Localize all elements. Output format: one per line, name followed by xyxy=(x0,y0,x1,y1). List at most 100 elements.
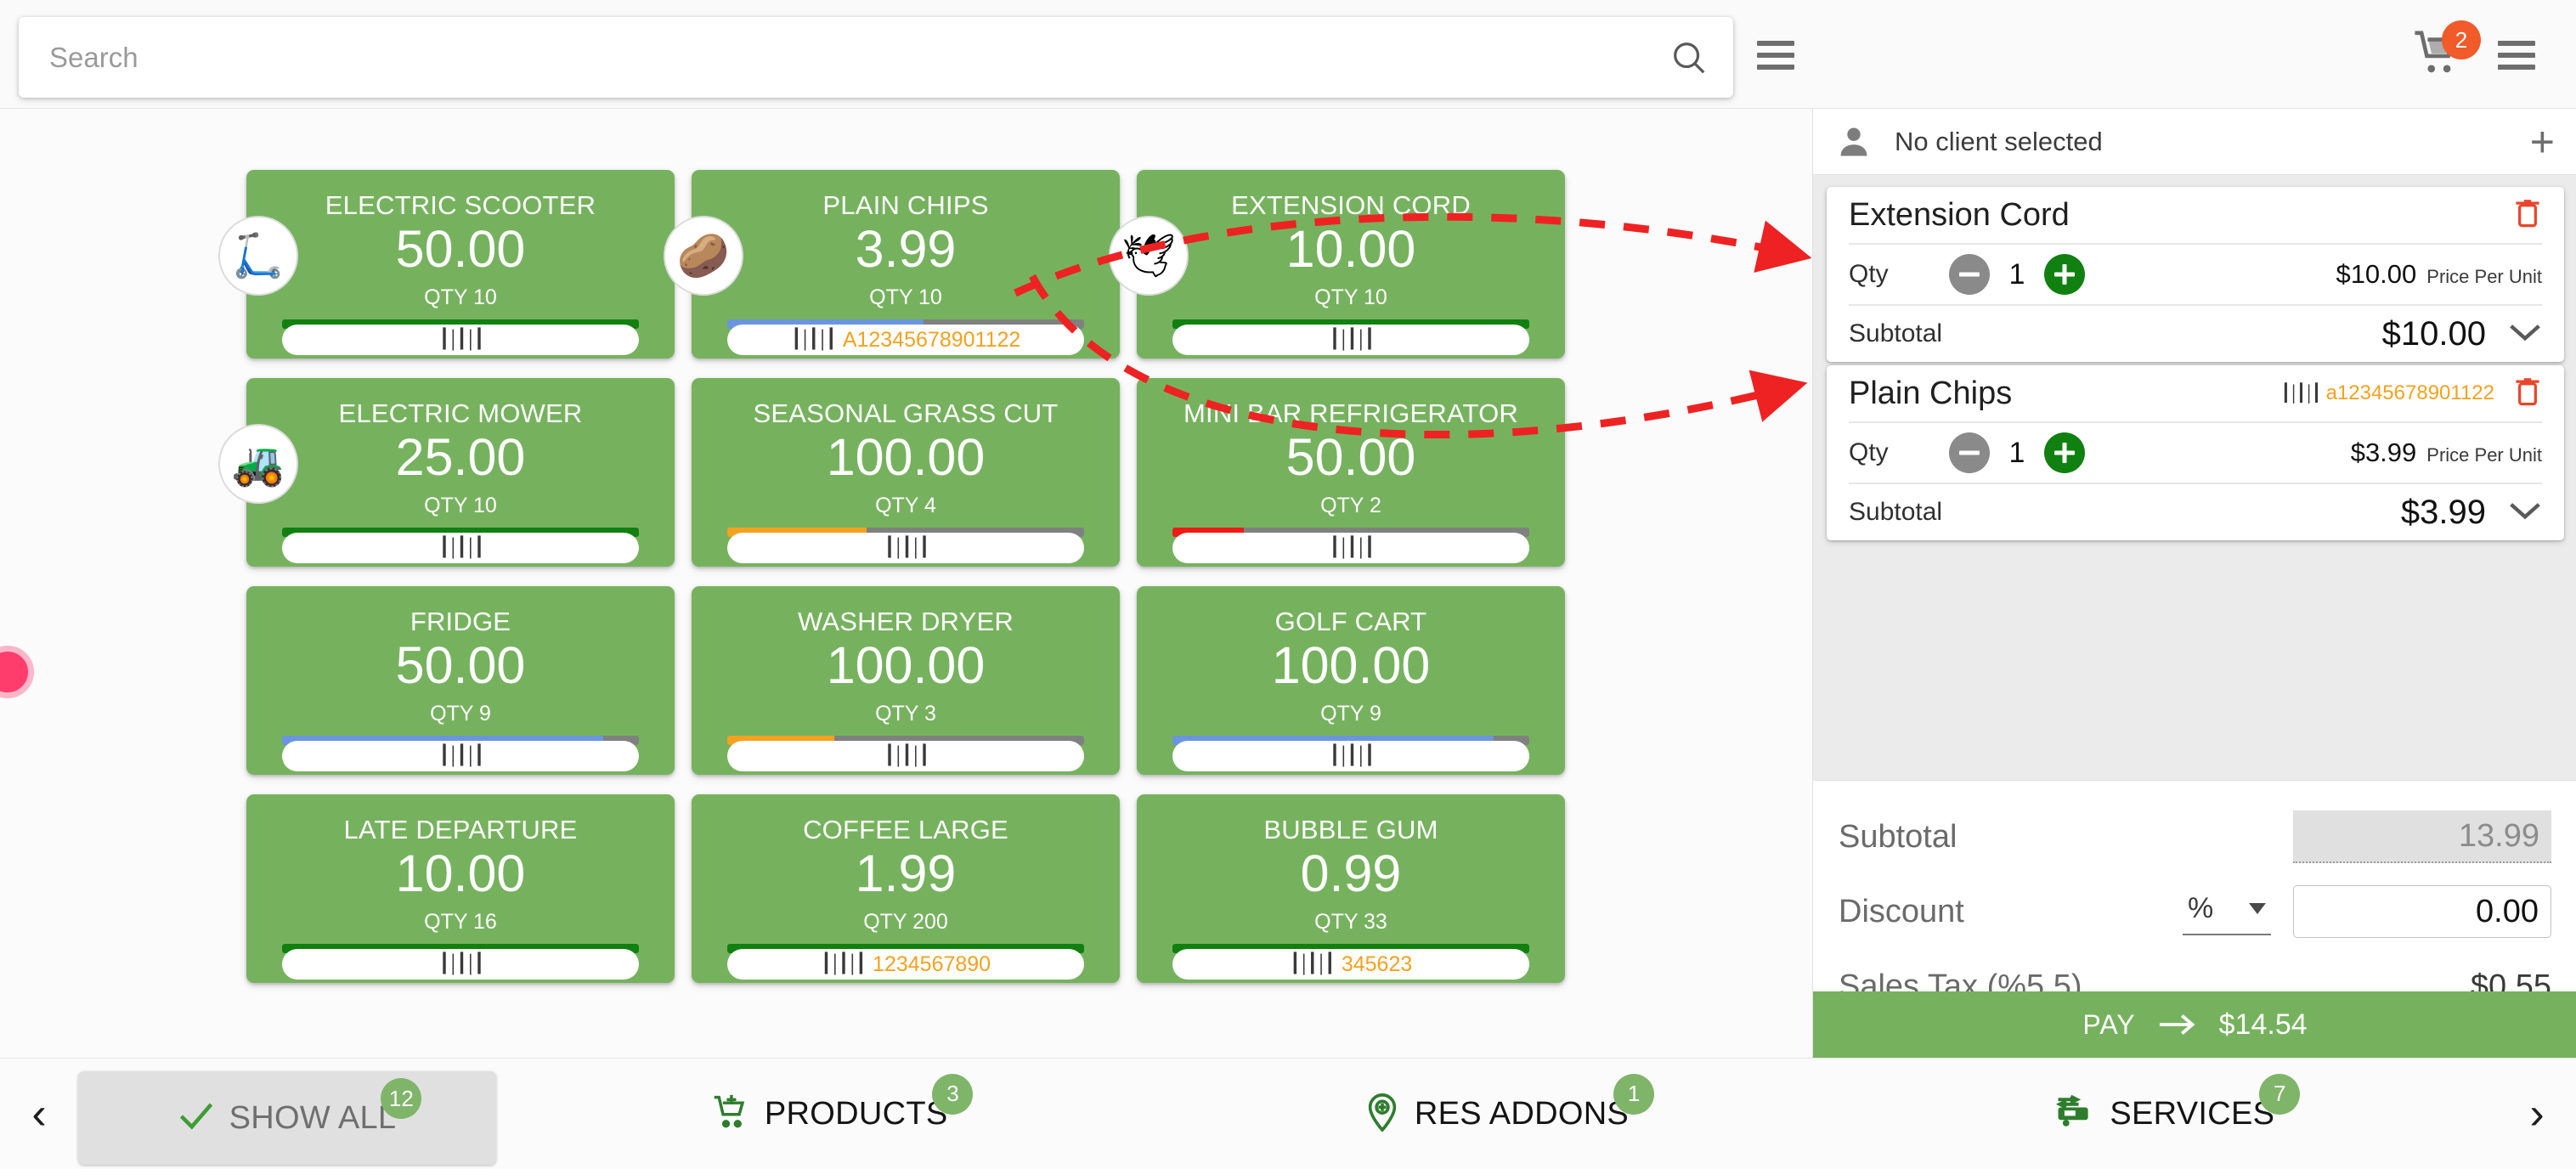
product-name: PLAIN CHIPS xyxy=(692,190,1120,221)
qty-label: Qty xyxy=(1849,438,1949,467)
product-barcode-chip[interactable]: ┃│┃│┃ xyxy=(727,533,1084,563)
product-qty: QTY 9 xyxy=(246,702,675,726)
product-barcode-chip[interactable]: ┃│┃│┃ xyxy=(282,325,639,355)
trash-icon[interactable] xyxy=(2513,376,2542,412)
product-name: ELECTRIC SCOOTER xyxy=(246,190,675,221)
plus-circle-icon[interactable] xyxy=(2044,254,2085,295)
product-name: COFFEE LARGE xyxy=(692,815,1120,845)
search-input[interactable] xyxy=(19,42,1644,74)
cart-item-barcode: a12345678901122 xyxy=(2326,381,2494,405)
price-per-unit-label: Price Per Unit xyxy=(2426,266,2542,288)
product-card[interactable]: SEASONAL GRASS CUT 100.00 QTY 4 ┃│┃│┃ xyxy=(692,378,1120,567)
product-barcode-chip[interactable]: ┃│┃│┃ xyxy=(1172,533,1529,563)
product-card[interactable]: 🕊EXTENSION CORD 10.00 QTY 10 ┃│┃│┃ xyxy=(1137,170,1565,359)
plus-circle-icon[interactable] xyxy=(2044,432,2085,473)
tab-res-addons[interactable]: RES ADDONS 1 xyxy=(1163,1059,1830,1169)
product-price: 50.00 xyxy=(246,219,675,279)
cart-item-qty-row: Qty 1 $10.00 Price Per Unit xyxy=(1827,245,2564,304)
product-barcode: 1234567890 xyxy=(873,952,991,977)
search-icon[interactable] xyxy=(1644,17,1733,98)
tab-show-all[interactable]: SHOW ALL 12 xyxy=(78,1071,496,1165)
cart-plus-icon xyxy=(712,1093,749,1135)
barcode-glyph: ┃│┃│┃ xyxy=(884,537,927,559)
price-per-unit-label: Price Per Unit xyxy=(2426,444,2542,466)
cart-item-price-wrap: $3.99 Price Per Unit xyxy=(2351,438,2542,468)
product-card[interactable]: COFFEE LARGE 1.99 QTY 200 ┃│┃│┃ 12345678… xyxy=(692,794,1120,983)
product-card[interactable]: 🛴ELECTRIC SCOOTER 50.00 QTY 10 ┃│┃│┃ xyxy=(246,170,675,359)
product-card[interactable]: BUBBLE GUM 0.99 QTY 33 ┃│┃│┃ 345623 xyxy=(1137,794,1565,983)
product-barcode-chip[interactable]: ┃│┃│┃ xyxy=(1172,741,1529,771)
pay-label: PAY xyxy=(2082,1009,2135,1041)
product-barcode-chip[interactable]: ┃│┃│┃ xyxy=(1172,325,1529,355)
minus-circle-icon[interactable] xyxy=(1949,432,1990,473)
chevron-right-icon[interactable]: › xyxy=(2498,1059,2576,1169)
product-card[interactable]: GOLF CART 100.00 QTY 9 ┃│┃│┃ xyxy=(1137,586,1565,775)
chevron-down-icon[interactable] xyxy=(2508,321,2542,347)
barcode-glyph: ┃│┃│┃ xyxy=(1290,953,1333,975)
product-barcode-chip[interactable]: ┃│┃│┃ A12345678901122 xyxy=(727,325,1084,355)
cart-item[interactable]: Extension Cord Qty 1 $10.00 Price Per Un… xyxy=(1827,187,2564,362)
product-barcode: A12345678901122 xyxy=(843,328,1020,353)
cart-item[interactable]: Plain Chips ┃│┃│┃ a12345678901122 Qty 1 … xyxy=(1827,365,2564,540)
product-price: 1.99 xyxy=(692,844,1120,903)
shopping-cart-icon[interactable]: 2 xyxy=(2411,29,2471,82)
chevron-left-icon[interactable]: ‹ xyxy=(0,1059,78,1169)
barcode-glyph: ┃│┃│┃ xyxy=(2280,382,2319,404)
product-card[interactable]: 🚜ELECTRIC MOWER 25.00 QTY 10 ┃│┃│┃ xyxy=(246,378,675,567)
hamburger-menu-icon-right[interactable] xyxy=(2498,41,2535,70)
subtotal-label: Subtotal xyxy=(1849,319,1942,348)
tab-products[interactable]: PRODUCTS 3 xyxy=(496,1059,1163,1169)
product-barcode-chip[interactable]: ┃│┃│┃ xyxy=(282,741,639,771)
product-barcode-chip[interactable]: ┃│┃│┃ xyxy=(282,533,639,563)
product-grid: 🛴ELECTRIC SCOOTER 50.00 QTY 10 ┃│┃│┃🥔PLA… xyxy=(246,170,1565,1002)
product-barcode-chip[interactable]: ┃│┃│┃ 1234567890 xyxy=(727,949,1084,980)
barcode-glyph: ┃│┃│┃ xyxy=(438,537,482,559)
product-barcode-chip[interactable]: ┃│┃│┃ 345623 xyxy=(1172,949,1529,980)
product-price: 100.00 xyxy=(692,635,1120,695)
hamburger-menu-icon[interactable] xyxy=(1757,41,1794,70)
product-card[interactable]: WASHER DRYER 100.00 QTY 3 ┃│┃│┃ xyxy=(692,586,1120,775)
product-qty: QTY 16 xyxy=(246,910,675,935)
discount-type-select[interactable]: % xyxy=(2183,888,2271,935)
product-qty: QTY 9 xyxy=(1137,702,1565,726)
cart-item-subtotal: $3.99 xyxy=(2401,494,2486,532)
product-name: MINI BAR REFRIGERATOR xyxy=(1137,398,1565,429)
qty-label: Qty xyxy=(1849,260,1949,289)
minus-circle-icon[interactable] xyxy=(1949,254,1990,295)
map-pin-plus-icon xyxy=(1365,1093,1399,1136)
search-bar[interactable] xyxy=(19,17,1733,98)
product-card[interactable]: 🥔PLAIN CHIPS 3.99 QTY 10 ┃│┃│┃ A12345678… xyxy=(692,170,1120,359)
cart-item-unit-price: $3.99 xyxy=(2351,438,2417,468)
plus-icon[interactable]: + xyxy=(2530,129,2555,155)
tab-label: SERVICES xyxy=(2110,1096,2274,1132)
discount-label: Discount xyxy=(1839,894,1964,930)
cart-item-qty: 1 xyxy=(1990,437,2044,470)
cart-item-name: Plain Chips xyxy=(1849,376,2012,412)
product-name: EXTENSION CORD xyxy=(1137,190,1565,221)
product-card[interactable]: FRIDGE 50.00 QTY 9 ┃│┃│┃ xyxy=(246,586,675,775)
cart-item-subtotal-row: Subtotal $10.00 xyxy=(1827,306,2564,362)
product-barcode-chip[interactable]: ┃│┃│┃ xyxy=(727,741,1084,771)
product-card[interactable]: LATE DEPARTURE 10.00 QTY 16 ┃│┃│┃ xyxy=(246,794,675,983)
pay-button[interactable]: PAY $14.54 xyxy=(1813,991,2576,1058)
trash-icon[interactable] xyxy=(2513,197,2542,234)
discount-input[interactable] xyxy=(2293,885,2551,938)
tab-services[interactable]: SERVICES 7 xyxy=(1831,1059,2498,1169)
product-barcode: 345623 xyxy=(1342,952,1412,977)
product-qty: QTY 200 xyxy=(692,910,1120,935)
cart-item-qty-row: Qty 1 $3.99 Price Per Unit xyxy=(1827,423,2564,483)
chevron-down-icon xyxy=(2249,903,2266,914)
product-qty: QTY 3 xyxy=(692,702,1120,726)
arrow-right-icon xyxy=(2158,1013,2197,1036)
barcode-glyph: ┃│┃│┃ xyxy=(884,745,927,767)
cart-item-subtotal-row: Subtotal $3.99 xyxy=(1827,484,2564,540)
product-name: BUBBLE GUM xyxy=(1137,815,1565,845)
client-label: No client selected xyxy=(1895,127,2103,157)
chevron-down-icon[interactable] xyxy=(2508,500,2542,526)
product-qty: QTY 4 xyxy=(692,494,1120,518)
product-barcode-chip[interactable]: ┃│┃│┃ xyxy=(282,949,639,980)
client-selector[interactable]: No client selected + xyxy=(1813,109,2576,175)
product-qty: QTY 10 xyxy=(246,494,675,518)
product-card[interactable]: MINI BAR REFRIGERATOR 50.00 QTY 2 ┃│┃│┃ xyxy=(1137,378,1565,567)
cart-item-header: Extension Cord xyxy=(1827,187,2564,243)
